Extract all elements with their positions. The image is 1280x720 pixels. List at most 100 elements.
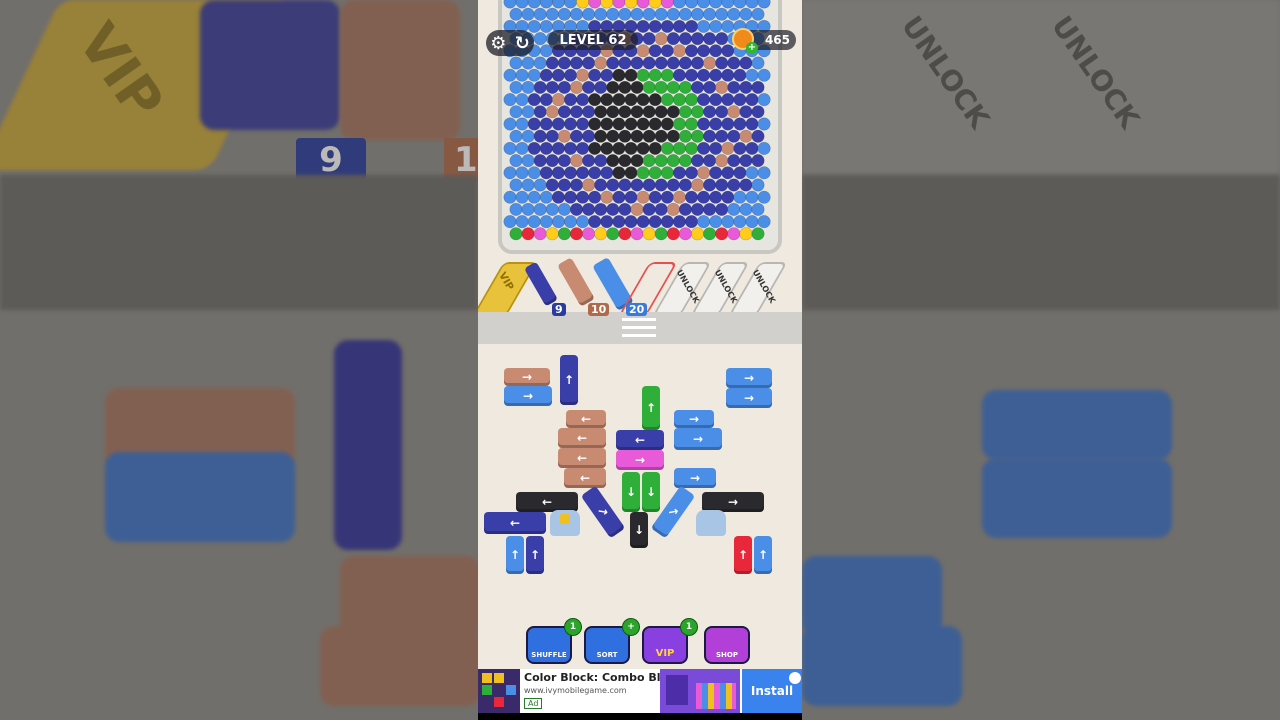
truck-blue-right-4[interactable]: → [674,410,714,428]
ball [654,7,668,21]
truck-pink-left-2[interactable]: ← [558,428,606,448]
truck-navy-up-2[interactable]: ↑ [526,536,544,574]
ball [503,215,517,229]
ball [721,68,735,82]
ball [642,7,656,21]
ball [503,141,517,155]
truck-navy-up[interactable]: ↑ [560,355,578,405]
ball [594,227,608,241]
ball [691,56,705,70]
ball [721,0,735,9]
ball [672,215,686,229]
ball [570,154,584,168]
truck-navy-left[interactable]: ← [616,430,664,450]
ball [563,190,577,204]
ball [745,68,759,82]
ball [691,105,705,119]
truck-blue-up[interactable]: ↑ [506,536,524,574]
ball [576,93,590,107]
ball [624,190,638,204]
ball [521,154,535,168]
ball [551,215,565,229]
ball [521,56,535,70]
ball [576,0,590,9]
truck-magenta-right[interactable]: → [616,450,664,470]
ad-choices-icon[interactable] [788,671,802,685]
ball [642,227,656,241]
truck-red-up[interactable]: ↑ [734,536,752,574]
ball [570,178,584,192]
ad-banner[interactable]: Color Block: Combo Blast www.ivymobilega… [478,669,802,713]
truck-black-right[interactable]: → [702,492,764,512]
ball [672,19,686,33]
gear-icon[interactable]: ⚙ [490,33,506,54]
truck-blue-right-2[interactable]: → [726,368,772,388]
ball [612,215,626,229]
ball [721,166,735,180]
truck-blue-right-6[interactable]: → [674,468,716,488]
truck-blue-right[interactable]: → [504,386,552,406]
truck-pink-left-3[interactable]: ← [558,448,606,468]
slot-count-2: 10 [588,303,610,316]
ball [588,0,602,9]
ball [515,166,529,180]
ball [563,141,577,155]
ball [636,190,650,204]
ball [739,178,753,192]
truck-pink-left[interactable]: ← [566,410,606,428]
ball [551,190,565,204]
ball [612,68,626,82]
add-coins-icon[interactable]: + [746,42,758,54]
truck-pink-left-4[interactable]: ← [564,468,606,488]
ball [624,215,638,229]
restart-icon[interactable]: ↻ [515,33,530,54]
ball [515,117,529,131]
shuffle-badge: 1 [564,618,582,636]
truck-blue-up-2[interactable]: ↑ [754,536,772,574]
ball [509,105,523,119]
ball [588,166,602,180]
ball [533,227,547,241]
ball [678,154,692,168]
ball [636,44,650,58]
truck-navy-diagonal[interactable]: ↘ [580,485,626,539]
ball [648,19,662,33]
dim-overlay [0,0,478,720]
ball [697,117,711,131]
truck-black-down[interactable]: ↓ [630,512,648,548]
ball [697,166,711,180]
truck-black-left[interactable]: ← [516,492,578,512]
ball [733,68,747,82]
ball [570,129,584,143]
truck-navy-left-2[interactable]: ← [484,512,546,534]
ball [509,178,523,192]
ball [533,32,547,46]
ball [545,154,559,168]
ball [685,117,699,131]
ball [618,178,632,192]
truck-pink-right[interactable]: → [504,368,550,386]
ball [503,190,517,204]
truck-green-up[interactable]: ↑ [642,386,660,430]
shop-button[interactable]: SHOP [704,626,750,664]
ball [697,44,711,58]
ball [691,129,705,143]
ball [745,141,759,155]
ball [654,32,668,46]
ball [576,68,590,82]
ball [545,129,559,143]
truck-green-down-2[interactable]: ↓ [642,472,660,512]
ball [539,19,553,33]
truck-blue-right-5[interactable]: → [674,428,722,450]
ball [654,227,668,241]
ball [582,129,596,143]
truck-blue-right-3[interactable]: → [726,388,772,408]
ball [582,202,596,216]
ball [636,215,650,229]
ball [715,227,729,241]
ball [733,190,747,204]
ball [618,7,632,21]
truck-green-down[interactable]: ↓ [622,472,640,512]
ball [648,44,662,58]
ball [503,117,517,131]
